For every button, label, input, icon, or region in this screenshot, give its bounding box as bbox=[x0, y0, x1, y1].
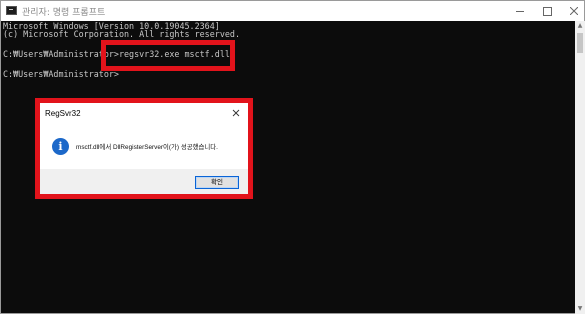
command-prompt-window: 관리자: 명령 프롬프트 Microsoft Windows [Version … bbox=[0, 0, 585, 314]
scroll-up-arrow-icon[interactable]: ▲ bbox=[575, 21, 585, 31]
scroll-down-arrow-icon[interactable]: ▼ bbox=[575, 304, 585, 314]
cmd-icon bbox=[6, 6, 17, 15]
title-bar[interactable]: 관리자: 명령 프롬프트 bbox=[1, 1, 584, 21]
console-line-prompt: C:₩Users₩Administrator> bbox=[3, 69, 119, 79]
minimize-button[interactable] bbox=[505, 1, 535, 21]
scroll-thumb[interactable] bbox=[577, 33, 583, 53]
console-line-copyright: (c) Microsoft Corporation. All rights re… bbox=[3, 29, 240, 39]
window-title: 관리자: 명령 프롬프트 bbox=[22, 8, 106, 18]
maximize-button[interactable] bbox=[532, 1, 562, 21]
close-button[interactable] bbox=[559, 1, 585, 21]
close-icon bbox=[570, 7, 578, 15]
dialog-highlight-box bbox=[35, 98, 253, 199]
vertical-scrollbar[interactable]: ▲ ▼ bbox=[575, 21, 585, 314]
command-highlight-box bbox=[101, 40, 235, 71]
